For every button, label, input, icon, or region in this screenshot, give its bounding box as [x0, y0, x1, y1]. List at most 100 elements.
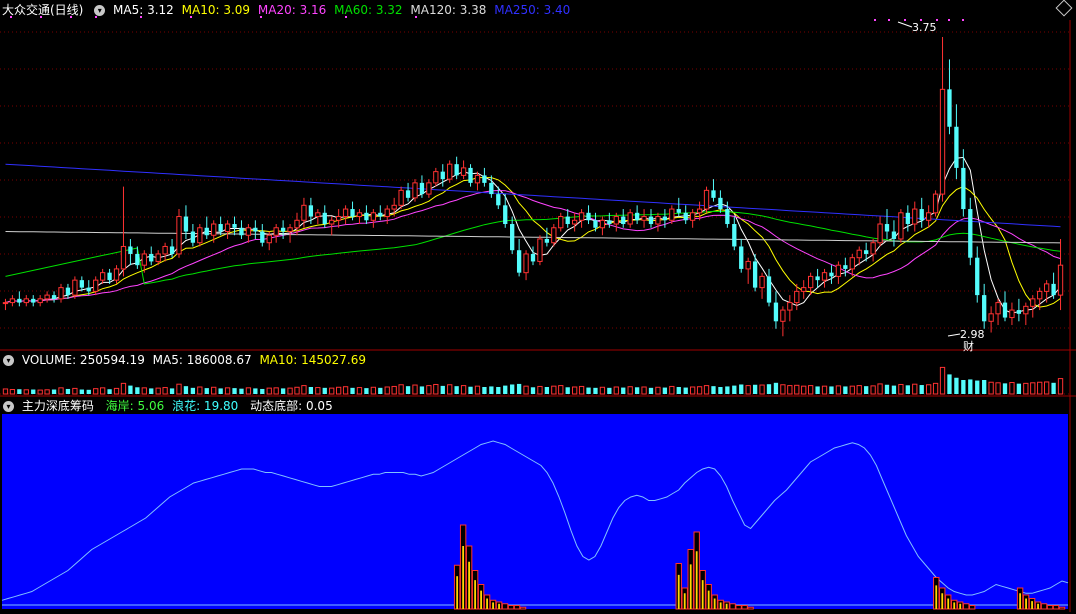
chevron-down-icon[interactable]: ▾ [3, 355, 14, 366]
volume-bar [752, 384, 758, 394]
volume-bar [586, 387, 591, 394]
candle-body [807, 275, 814, 289]
volume-bar [988, 381, 994, 395]
indicator-bar-inner [1025, 598, 1027, 609]
event-badge[interactable]: 财 [963, 338, 974, 354]
volume-bars [0, 366, 1070, 395]
indicator-bar-outer [1052, 605, 1060, 610]
volume-bar [696, 386, 703, 395]
chart-canvas [0, 16, 1076, 612]
candle-body [925, 212, 932, 221]
candle-body [696, 208, 703, 214]
candle-body [578, 212, 585, 221]
indicator-v3: 动态底部: 0.05 [250, 399, 333, 413]
volume-bar [1023, 382, 1029, 395]
candle-body [2, 302, 9, 305]
candle-body [815, 276, 820, 281]
volume-bar [947, 374, 952, 394]
chevron-down-icon[interactable]: ▾ [94, 5, 106, 16]
candle-body [79, 280, 84, 288]
indicator-v1: 海岸: 5.06 [105, 399, 165, 413]
volume-bar [149, 388, 154, 394]
volume-bar [551, 385, 557, 395]
volume-bar [280, 388, 286, 394]
volume-bar [516, 383, 522, 394]
volume-bar [260, 388, 265, 394]
volume-bar [239, 388, 244, 394]
volume-bar [898, 383, 904, 395]
volume-bar [232, 388, 237, 394]
signal-dot [904, 19, 906, 21]
candle-body [489, 182, 494, 195]
volume-bar [44, 389, 50, 395]
candle-body [1057, 264, 1064, 296]
indicator-bar-inner [492, 602, 494, 609]
volume-bar [183, 386, 189, 394]
volume-bar [1016, 383, 1022, 394]
candle-body [683, 212, 688, 221]
candle-body [211, 223, 217, 236]
volume-bar [273, 387, 279, 395]
volume-bar [93, 388, 99, 395]
indicator-bar-outer [729, 603, 736, 610]
volume-bar [537, 385, 543, 395]
candle-body [190, 231, 196, 243]
candle-body [99, 272, 106, 281]
candle-body [676, 209, 681, 213]
candle-body [440, 171, 445, 180]
volume-bar [884, 384, 890, 394]
volume-bar [732, 385, 737, 394]
candle-body [426, 182, 432, 195]
volume-bar [801, 385, 807, 395]
candle-body [120, 245, 127, 270]
candle-body [149, 253, 154, 262]
volume-bar [412, 384, 418, 395]
candle-body [1009, 309, 1015, 319]
volume-label: VOLUME: 250594.19 [21, 353, 145, 367]
volume-bar [197, 386, 203, 395]
indicator-bar-inner [689, 564, 692, 609]
candle-body [752, 261, 758, 288]
volume-bar [211, 386, 217, 395]
candle-body [141, 253, 147, 266]
candle-body [9, 298, 16, 304]
candlesticks [2, 36, 1064, 337]
candle-body [1016, 310, 1022, 314]
volume-bar [433, 383, 439, 395]
volume-bar [787, 385, 793, 395]
candle-body [419, 182, 425, 195]
candle-body [975, 257, 980, 296]
volume-bar [454, 386, 459, 394]
volume-bar [31, 389, 36, 394]
volume-bar [662, 387, 668, 394]
candle-body [988, 313, 994, 322]
candle-body [968, 209, 973, 258]
candle-body [280, 227, 286, 232]
indicator-header: ▾ 主力深底筹码 海岸: 5.06 浪花: 19.80 动态底部: 0.05 [0, 397, 337, 415]
volume-bar [932, 382, 939, 395]
indicator-bar-inner [935, 585, 938, 609]
candle-body [613, 216, 619, 225]
candle-body [155, 253, 161, 262]
price-header: 大众交通(日线) ▾ MA5: 3.12 MA10: 3.09 MA20: 3.… [2, 1, 574, 19]
candle-body [829, 272, 834, 277]
volume-bar [807, 385, 814, 395]
candle-body [308, 205, 314, 217]
candle-body [766, 276, 772, 303]
candle-body [287, 227, 293, 233]
volume-bar [655, 386, 661, 395]
volume-bar [745, 385, 751, 395]
volume-bar [780, 384, 786, 395]
candle-body [503, 205, 508, 225]
chevron-down-icon[interactable]: ▾ [3, 401, 14, 412]
volume-bar [190, 387, 196, 394]
volume-bar [613, 386, 619, 395]
volume-bar [975, 380, 980, 394]
indicator-bar-inner [474, 580, 477, 609]
volume-bar [218, 388, 223, 394]
volume-ma5-label: MA5: 186008.67 [152, 353, 252, 367]
candle-body [898, 212, 904, 240]
candle-body [266, 234, 272, 244]
candle-body [454, 164, 459, 176]
volume-bar [128, 385, 133, 394]
